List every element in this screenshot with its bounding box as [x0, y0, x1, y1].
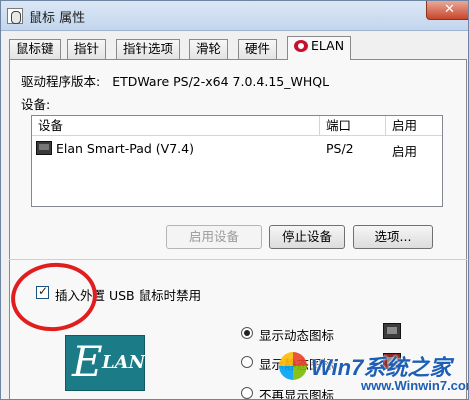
device-list-header: 设备 端口 启用 — [32, 116, 442, 136]
tab-label: ELAN — [311, 38, 345, 53]
title-bar: 鼠标 属性 ✕ — [1, 1, 468, 31]
site-watermark: Win7系统之家 www.Winwin7.com — [277, 350, 469, 399]
devices-label: 设备: — [21, 97, 51, 112]
device-list[interactable]: 设备 端口 启用 Elan Smart-Pad (V7.4) PS/2 启用 — [31, 115, 443, 207]
driver-version: 驱动程序版本: ETDWare PS/2-x64 7.0.4.15_WHQL — [21, 71, 329, 90]
column-header-enabled[interactable]: 启用 — [386, 116, 442, 136]
device-enabled: 启用 — [392, 144, 418, 159]
column-header-port[interactable]: 端口 — [320, 116, 386, 136]
options-button[interactable]: 选项... — [353, 225, 433, 249]
elan-logo: E LAN — [65, 335, 145, 391]
show-static-icon-radio[interactable] — [241, 356, 253, 368]
close-button[interactable]: ✕ — [426, 1, 468, 20]
tab-wheel[interactable]: 滑轮 — [189, 39, 229, 59]
tab-strip: 鼠标键 指针 指针选项 滑轮 硬件 ELAN — [9, 36, 468, 60]
show-animated-icon-radio[interactable] — [241, 327, 253, 339]
tab-buttons[interactable]: 鼠标键 — [9, 39, 61, 59]
tab-label: 鼠标键 — [16, 41, 54, 56]
windows-logo-icon — [279, 352, 307, 380]
tab-pointer-options[interactable]: 指针选项 — [116, 39, 181, 59]
tab-label: 滑轮 — [196, 41, 222, 56]
disable-device-button[interactable]: 停止设备 — [269, 225, 345, 249]
device-port: PS/2 — [326, 141, 354, 156]
tab-label: 指针 — [74, 41, 100, 56]
hide-icon-radio[interactable] — [241, 387, 253, 399]
touchpad-icon — [36, 141, 52, 155]
enable-device-button[interactable]: 启用设备 — [166, 225, 262, 249]
mouse-properties-window: 鼠标 属性 ✕ 鼠标键 指针 指针选项 滑轮 硬件 ELAN 驱动程序版本: E… — [0, 0, 469, 400]
close-icon: ✕ — [444, 2, 455, 17]
device-row[interactable]: Elan Smart-Pad (V7.4) PS/2 启用 — [32, 138, 442, 160]
device-name: Elan Smart-Pad (V7.4) — [56, 141, 194, 156]
tab-elan[interactable]: ELAN — [287, 36, 352, 60]
logo-initial: E — [72, 337, 103, 386]
driver-version-value: ETDWare PS/2-x64 7.0.4.15_WHQL — [112, 74, 330, 89]
column-header-device[interactable]: 设备 — [32, 116, 320, 136]
divider — [9, 259, 467, 260]
touchpad-status-icon — [383, 323, 401, 339]
window-title: 鼠标 属性 — [29, 11, 86, 26]
tab-label: 指针选项 — [123, 41, 174, 56]
tab-label: 硬件 — [245, 41, 271, 56]
logo-text: LAN — [102, 352, 146, 373]
driver-version-label: 驱动程序版本: — [21, 74, 101, 89]
tab-hardware[interactable]: 硬件 — [238, 39, 278, 59]
mouse-icon — [7, 8, 23, 24]
elan-logo-icon — [294, 40, 308, 52]
watermark-url: www.Winwin7.com — [361, 378, 469, 393]
tab-pointers[interactable]: 指针 — [67, 39, 107, 59]
show-animated-icon-label[interactable]: 显示动态图标 — [259, 325, 334, 344]
